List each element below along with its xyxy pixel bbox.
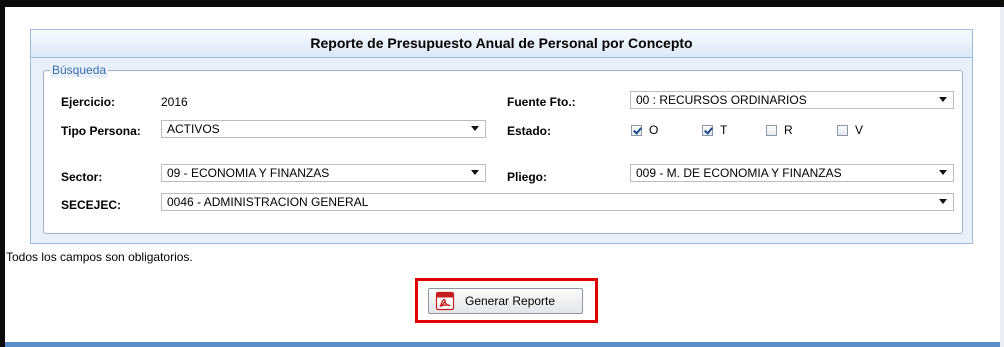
pdf-icon — [435, 291, 455, 311]
search-legend: Búsqueda — [50, 62, 109, 78]
pliego-select[interactable]: 009 - M. DE ECONOMIA Y FINANZAS — [630, 164, 954, 182]
estado-checkbox-r[interactable]: R — [766, 123, 793, 137]
estado-option-label: T — [720, 123, 728, 137]
estado-checkbox-v[interactable]: V — [837, 123, 863, 137]
pliego-label: Pliego: — [507, 170, 548, 184]
checkbox-checked-icon[interactable] — [702, 124, 713, 136]
panel-title: Reporte de Presupuesto Anual de Personal… — [31, 30, 972, 58]
generate-report-label: Generar Reporte — [465, 294, 556, 308]
chevron-down-icon — [471, 126, 479, 131]
secejec-select-value: 0046 - ADMINISTRACION GENERAL — [167, 195, 369, 209]
tipo-persona-label: Tipo Persona: — [61, 124, 141, 138]
secejec-select[interactable]: 0046 - ADMINISTRACION GENERAL — [161, 193, 954, 211]
tipo-persona-select-value: ACTIVOS — [167, 122, 220, 136]
estado-option-label: R — [784, 123, 793, 137]
window-bottom-border — [5, 342, 1000, 347]
fuente-label: Fuente Fto.: — [507, 95, 576, 109]
ejercicio-label: Ejercicio: — [61, 95, 116, 109]
window-top-border — [0, 0, 1004, 7]
generate-report-button[interactable]: Generar Reporte — [428, 288, 583, 314]
sector-label: Sector: — [61, 170, 103, 184]
ejercicio-value: 2016 — [161, 95, 188, 109]
chevron-down-icon — [471, 170, 479, 175]
sector-select[interactable]: 09 - ECONOMIA Y FINANZAS — [161, 164, 486, 182]
fuente-select-value: 00 : RECURSOS ORDINARIOS — [636, 93, 807, 107]
estado-checkbox-t[interactable]: T — [702, 123, 727, 137]
highlight-box: Generar Reporte — [415, 278, 598, 323]
window-left-border — [0, 7, 5, 347]
sector-select-value: 09 - ECONOMIA Y FINANZAS — [167, 166, 330, 180]
estado-option-label: V — [855, 123, 864, 137]
required-fields-note: Todos los campos son obligatorios. — [6, 250, 193, 264]
checkbox-checked-icon[interactable] — [631, 124, 642, 136]
report-panel: Reporte de Presupuesto Anual de Personal… — [30, 29, 973, 244]
secejec-label: SECEJEC: — [61, 198, 122, 212]
chevron-down-icon — [939, 199, 947, 204]
estado-label: Estado: — [507, 124, 552, 138]
tipo-persona-select[interactable]: ACTIVOS — [161, 120, 486, 138]
search-fieldset: Búsqueda Ejercicio: 2016 Fuente Fto.: 00… — [43, 62, 963, 234]
checkbox-unchecked-icon[interactable] — [766, 124, 777, 136]
estado-option-label: O — [649, 123, 659, 137]
estado-checkbox-o[interactable]: O — [631, 123, 658, 137]
chevron-down-icon — [939, 170, 947, 175]
chevron-down-icon — [939, 97, 947, 102]
fuente-select[interactable]: 00 : RECURSOS ORDINARIOS — [630, 91, 954, 109]
checkbox-unchecked-icon[interactable] — [837, 124, 848, 136]
window-right-edge — [1000, 7, 1004, 347]
pliego-select-value: 009 - M. DE ECONOMIA Y FINANZAS — [636, 166, 842, 180]
